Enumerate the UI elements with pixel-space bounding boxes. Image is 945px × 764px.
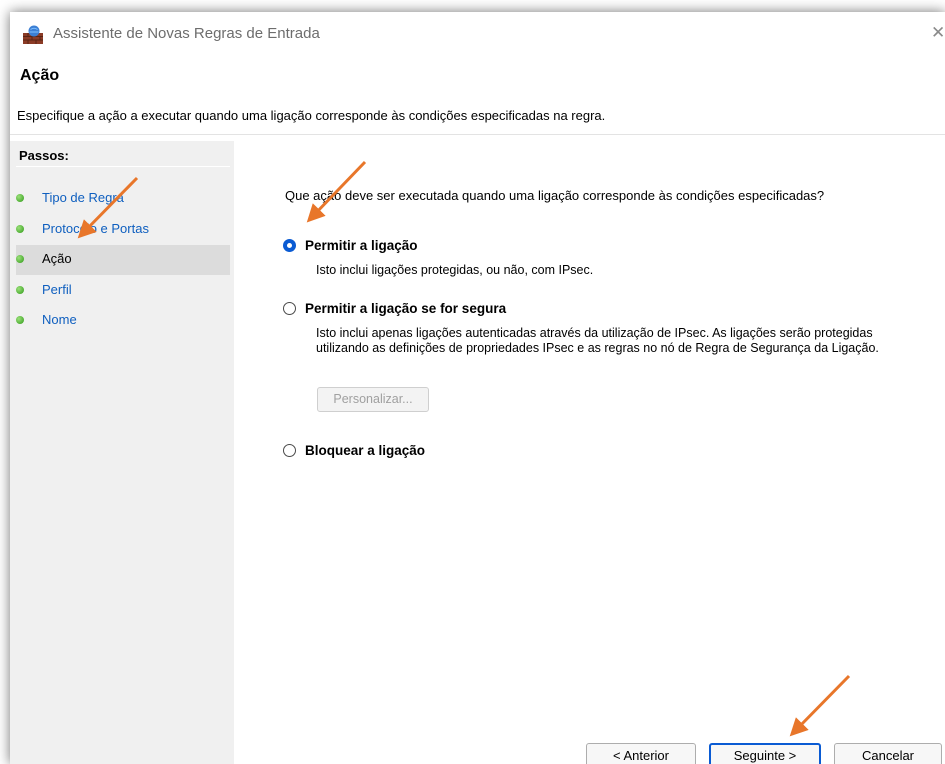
- steps-sidebar: Passos: Tipo de Regra Protocolo e Portas…: [10, 141, 234, 764]
- sidebar-item-acao[interactable]: Ação: [16, 245, 230, 275]
- close-icon[interactable]: ✕: [931, 23, 945, 43]
- sidebar-item-label: Nome: [42, 312, 77, 327]
- block-connection-radio[interactable]: [283, 444, 296, 457]
- steps-divider: [16, 166, 230, 167]
- wizard-window: Assistente de Novas Regras de Entrada ✕ …: [10, 12, 945, 764]
- page-title: Ação: [20, 67, 60, 84]
- sidebar-item-tipo-de-regra[interactable]: Tipo de Regra: [16, 184, 230, 214]
- title-bar: Assistente de Novas Regras de Entrada ✕: [10, 12, 945, 57]
- sidebar-item-perfil[interactable]: Perfil: [16, 276, 230, 306]
- back-button[interactable]: < Anterior: [586, 743, 696, 764]
- allow-if-secure-option[interactable]: Permitir a ligação se for segura: [283, 301, 506, 316]
- window-title: Assistente de Novas Regras de Entrada: [53, 25, 320, 42]
- customize-button[interactable]: Personalizar...: [317, 387, 429, 412]
- green-dot-icon: [16, 225, 24, 233]
- firewall-wall-icon: [23, 25, 43, 44]
- option-label: Bloquear a ligação: [305, 443, 426, 458]
- block-connection-option[interactable]: Bloquear a ligação: [283, 443, 425, 458]
- sidebar-item-protocolo-e-portas[interactable]: Protocolo e Portas: [16, 215, 230, 245]
- allow-connection-description: Isto inclui ligações protegidas, ou não,…: [316, 263, 594, 277]
- steps-label: Passos:: [19, 148, 69, 163]
- green-dot-icon: [16, 255, 24, 263]
- header-divider: [10, 134, 945, 135]
- sidebar-item-label: Perfil: [42, 282, 72, 297]
- page-description: Especifique a ação a executar quando uma…: [17, 108, 606, 123]
- page-header: Ação Especifique a ação a executar quand…: [10, 57, 945, 135]
- allow-if-secure-radio[interactable]: [283, 302, 296, 315]
- allow-connection-radio[interactable]: [283, 239, 296, 252]
- allow-connection-option[interactable]: Permitir a ligação: [283, 238, 418, 253]
- green-dot-icon: [16, 194, 24, 202]
- option-label: Permitir a ligação: [305, 238, 418, 253]
- cancel-button[interactable]: Cancelar: [834, 743, 942, 764]
- option-label: Permitir a ligação se for segura: [305, 301, 507, 316]
- main-content: Que ação deve ser executada quando uma l…: [236, 141, 945, 764]
- green-dot-icon: [16, 316, 24, 324]
- allow-if-secure-description: Isto inclui apenas ligações autenticadas…: [316, 326, 879, 355]
- sidebar-item-nome[interactable]: Nome: [16, 306, 230, 336]
- green-dot-icon: [16, 286, 24, 294]
- sidebar-item-label: Tipo de Regra: [42, 190, 124, 205]
- next-button[interactable]: Seguinte >: [709, 743, 821, 764]
- action-question: Que ação deve ser executada quando uma l…: [285, 188, 825, 203]
- sidebar-item-label: Protocolo e Portas: [42, 221, 149, 236]
- sidebar-item-label: Ação: [42, 251, 72, 266]
